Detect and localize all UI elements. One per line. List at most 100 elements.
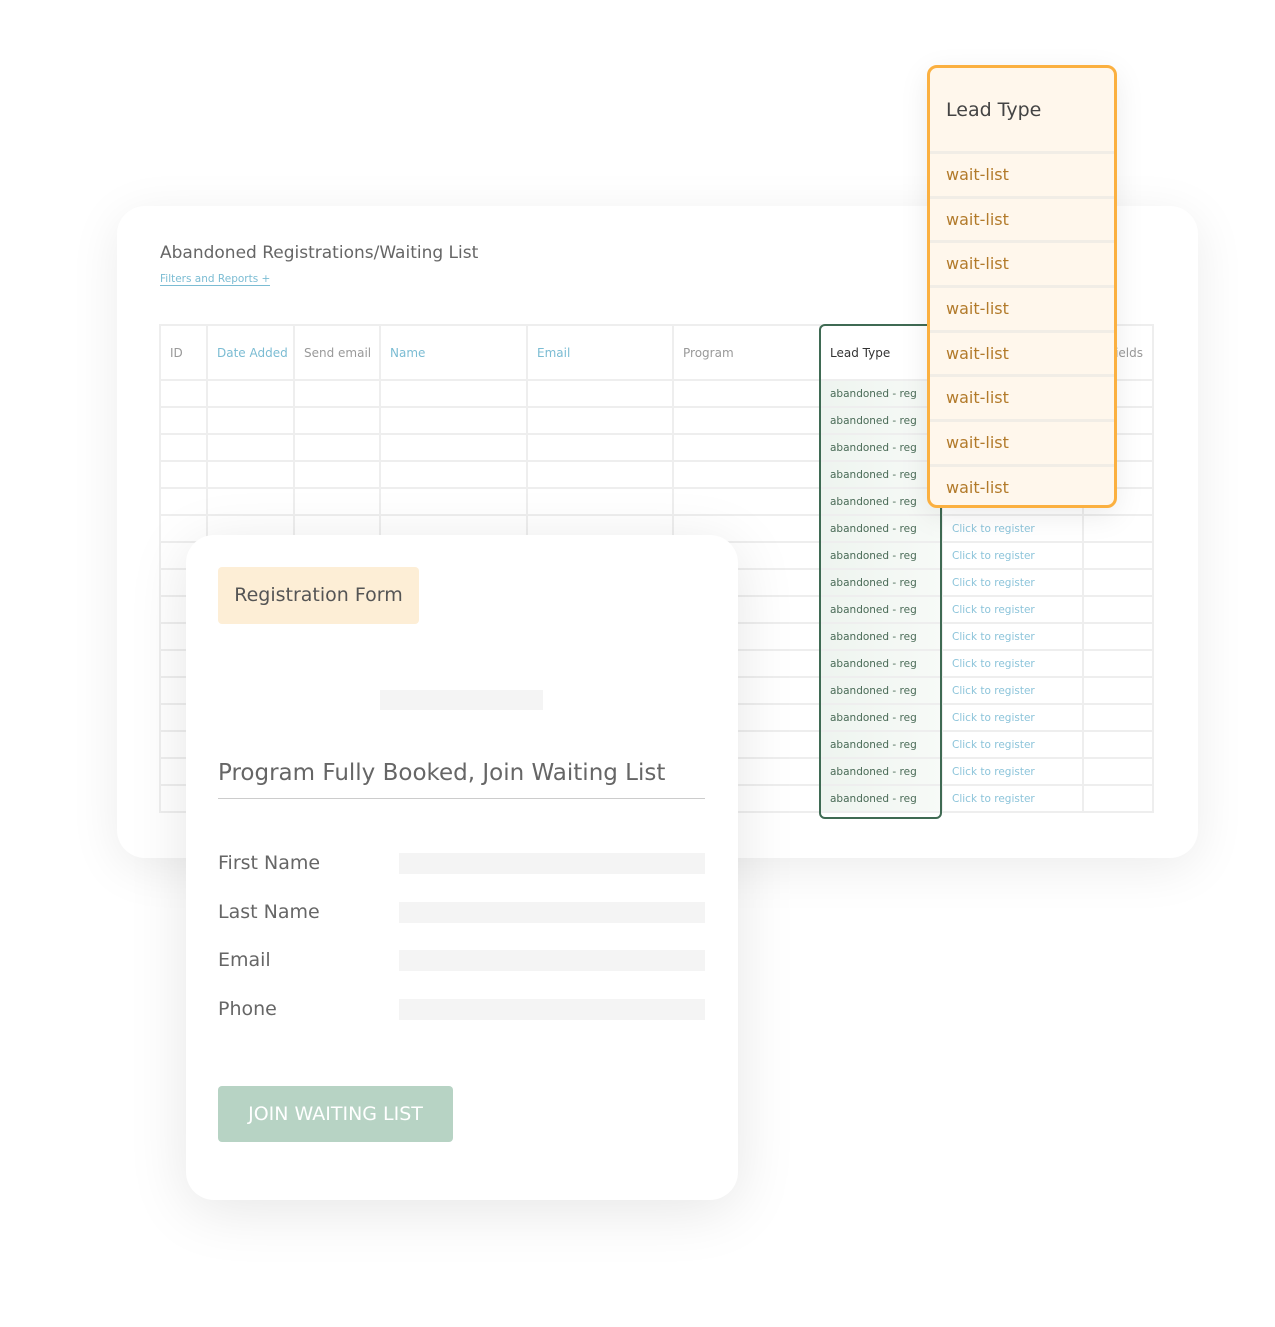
column-header: Lead Type xyxy=(819,324,943,381)
field-label: Last Name xyxy=(218,900,320,923)
table-cell xyxy=(526,460,674,489)
table-cell xyxy=(379,433,528,462)
table-cell xyxy=(1082,514,1154,543)
table-cell xyxy=(672,379,821,408)
column-header: Program xyxy=(672,324,821,381)
table-cell xyxy=(379,379,528,408)
registration-form-badge: Registration Form xyxy=(218,567,419,624)
table-cell xyxy=(379,406,528,435)
table-cell xyxy=(526,379,674,408)
lead-type-cell: abandoned - reg xyxy=(819,595,943,624)
click-to-register-link[interactable]: Click to register xyxy=(941,541,1084,570)
lead-type-option[interactable]: wait-list xyxy=(930,377,1114,423)
table-cell xyxy=(159,487,208,516)
table-cell xyxy=(1082,784,1154,813)
first-name-input[interactable] xyxy=(399,853,705,874)
table-cell xyxy=(526,487,674,516)
table-cell xyxy=(206,433,295,462)
table-cell xyxy=(293,460,381,489)
table-cell xyxy=(526,433,674,462)
column-header: Send email xyxy=(293,324,381,381)
lead-type-option[interactable]: wait-list xyxy=(930,154,1114,199)
column-header[interactable]: Name xyxy=(379,324,528,381)
lead-type-cell: abandoned - reg xyxy=(819,406,943,435)
click-to-register-link[interactable]: Click to register xyxy=(941,730,1084,759)
table-cell xyxy=(206,487,295,516)
page-title: Abandoned Registrations/Waiting List xyxy=(160,243,479,263)
lead-type-cell: abandoned - reg xyxy=(819,487,943,516)
table-cell xyxy=(206,460,295,489)
lead-type-cell: abandoned - reg xyxy=(819,757,943,786)
lead-type-cell: abandoned - reg xyxy=(819,379,943,408)
click-to-register-link[interactable]: Click to register xyxy=(941,676,1084,705)
click-to-register-link[interactable]: Click to register xyxy=(941,595,1084,624)
field-label: First Name xyxy=(218,852,321,874)
click-to-register-link[interactable]: Click to register xyxy=(941,649,1084,678)
lead-type-option[interactable]: wait-list xyxy=(930,243,1114,289)
table-cell xyxy=(672,406,821,435)
table-cell xyxy=(1082,757,1154,786)
lead-type-cell: abandoned - reg xyxy=(819,649,943,678)
lead-type-option[interactable]: wait-list xyxy=(930,288,1114,333)
table-cell xyxy=(1082,595,1154,624)
lead-type-cell: abandoned - reg xyxy=(819,514,943,543)
field-label: Phone xyxy=(218,997,277,1020)
table-cell xyxy=(159,433,208,462)
table-cell xyxy=(672,433,821,462)
popup-title: Lead Type xyxy=(930,68,1114,154)
table-cell xyxy=(159,379,208,408)
lead-type-cell: abandoned - reg xyxy=(819,433,943,462)
lead-type-cell: abandoned - reg xyxy=(819,730,943,759)
lead-type-cell: abandoned - reg xyxy=(819,784,943,813)
column-header: ID xyxy=(159,324,208,381)
table-cell xyxy=(379,460,528,489)
table-cell xyxy=(159,460,208,489)
table-cell xyxy=(1082,703,1154,732)
column-header[interactable]: Email xyxy=(526,324,674,381)
table-cell xyxy=(1082,649,1154,678)
click-to-register-link[interactable]: Click to register xyxy=(941,757,1084,786)
lead-type-option[interactable]: wait-list xyxy=(930,333,1114,378)
lead-type-popup: Lead Type wait-list wait-list wait-list wai… xyxy=(927,65,1117,508)
lead-type-option[interactable]: wait-list xyxy=(930,467,1114,505)
table-cell xyxy=(293,433,381,462)
click-to-register-link[interactable]: Click to register xyxy=(941,784,1084,813)
form-heading: Program Fully Booked, Join Waiting List xyxy=(218,760,705,799)
field-label: Email xyxy=(218,949,271,971)
column-header[interactable]: Date Added xyxy=(206,324,295,381)
table-cell xyxy=(526,406,674,435)
table-cell xyxy=(1082,730,1154,759)
registration-form-card: Registration Form Program Fully Booked, … xyxy=(186,535,738,1200)
click-to-register-link[interactable]: Click to register xyxy=(941,703,1084,732)
click-to-register-link[interactable]: Click to register xyxy=(941,568,1084,597)
join-waiting-list-button[interactable]: JOIN WAITING LIST xyxy=(218,1086,453,1142)
table-cell xyxy=(293,487,381,516)
lead-type-option[interactable]: wait-list xyxy=(930,422,1114,467)
lead-type-cell: abandoned - reg xyxy=(819,622,943,651)
table-cell xyxy=(672,460,821,489)
click-to-register-link[interactable]: Click to register xyxy=(941,514,1084,543)
phone-input[interactable] xyxy=(399,998,705,1020)
table-cell xyxy=(1082,622,1154,651)
lead-type-option[interactable]: wait-list xyxy=(930,199,1114,244)
table-cell xyxy=(206,379,295,408)
table-cell xyxy=(1082,541,1154,570)
placeholder-bar xyxy=(380,690,543,710)
table-cell xyxy=(672,487,821,516)
last-name-input[interactable] xyxy=(399,901,705,923)
table-cell xyxy=(379,487,528,516)
click-to-register-link[interactable]: Click to register xyxy=(941,622,1084,651)
filters-and-reports-link[interactable]: Filters and Reports + xyxy=(160,273,271,286)
table-cell xyxy=(159,406,208,435)
lead-type-cell: abandoned - reg xyxy=(819,703,943,732)
lead-type-cell: abandoned - reg xyxy=(819,460,943,489)
table-cell xyxy=(206,406,295,435)
table-cell xyxy=(293,379,381,408)
table-cell xyxy=(293,406,381,435)
lead-type-cell: abandoned - reg xyxy=(819,568,943,597)
table-cell xyxy=(1082,568,1154,597)
lead-type-cell: abandoned - reg xyxy=(819,541,943,570)
table-cell xyxy=(1082,676,1154,705)
email-input[interactable] xyxy=(399,950,705,971)
lead-type-cell: abandoned - reg xyxy=(819,676,943,705)
